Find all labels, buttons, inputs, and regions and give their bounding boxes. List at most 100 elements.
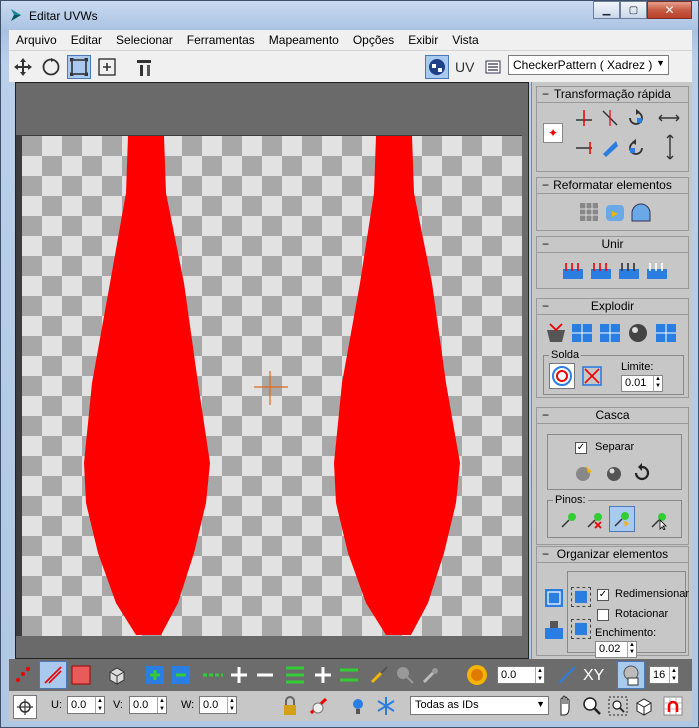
rescale-checkbox[interactable]: ✓	[597, 589, 609, 601]
relax-icon[interactable]	[603, 200, 627, 224]
loop-grow-icon[interactable]	[227, 663, 251, 687]
menu-exibir[interactable]: Exibir	[401, 33, 445, 47]
stitch-to-source-icon[interactable]	[589, 259, 613, 283]
flatten-by-face-icon[interactable]	[569, 321, 595, 345]
flatten-icon[interactable]	[629, 200, 653, 224]
rotate-cw-icon[interactable]	[625, 107, 647, 129]
flatten-by-material-icon[interactable]	[625, 321, 651, 345]
texture-map-icon[interactable]	[425, 55, 449, 79]
paint-select-icon[interactable]	[367, 663, 391, 687]
loop-shrink-icon[interactable]	[253, 663, 277, 687]
zoom-icon[interactable]	[581, 694, 603, 718]
move-icon[interactable]	[11, 55, 35, 79]
title-bar[interactable]: Editar UVWs ▁ ▢ ✕	[1, 1, 698, 30]
edge-mode-icon[interactable]	[39, 661, 67, 689]
stitch-to-target-icon[interactable]	[561, 259, 585, 283]
grow-selection-icon[interactable]	[143, 663, 167, 687]
element-mode-icon[interactable]	[105, 663, 129, 687]
snap-toggle-icon[interactable]	[661, 694, 685, 718]
ring-grow-icon[interactable]	[311, 663, 335, 687]
stitch-average-icon[interactable]	[617, 259, 641, 283]
rotate-icon[interactable]	[39, 55, 63, 79]
pack-normalize-icon[interactable]	[543, 619, 565, 641]
spread-horizontal-icon[interactable]	[657, 109, 681, 127]
pan-icon[interactable]	[555, 694, 577, 718]
hide-unselected-icon[interactable]	[307, 695, 331, 717]
ring-shrink-icon[interactable]	[337, 663, 361, 687]
scale-icon[interactable]	[67, 55, 91, 79]
lock-icon[interactable]	[279, 695, 301, 717]
zoom-region-icon[interactable]	[607, 694, 629, 718]
options-list-icon[interactable]	[481, 55, 505, 79]
v-field[interactable]: 0.0 ▲ ▼	[129, 696, 167, 714]
loop-select-icon[interactable]	[201, 663, 225, 687]
rotate-checkbox[interactable]	[597, 609, 609, 621]
mirror-icon[interactable]	[133, 55, 157, 79]
unpin-selected-icon[interactable]	[583, 508, 607, 532]
rotate-ccw-icon[interactable]	[625, 137, 647, 159]
rollout-title-arrange[interactable]: Organizar elementos	[537, 547, 688, 563]
align-horizontal-icon[interactable]	[573, 107, 595, 129]
absolute-mode-icon[interactable]	[13, 695, 37, 719]
menu-selecionar[interactable]: Selecionar	[109, 33, 180, 47]
material-ids-dropdown[interactable]: Todas as IDs ▼	[410, 696, 549, 715]
pack-custom-icon[interactable]	[543, 587, 565, 609]
menu-arquivo[interactable]: Arquivo	[9, 33, 64, 47]
xy-label[interactable]: XY	[583, 667, 604, 685]
menu-mapeamento[interactable]: Mapeamento	[262, 33, 346, 47]
straighten-selection-icon[interactable]	[577, 200, 601, 224]
grid-size-field[interactable]: 16 ▲ ▼	[649, 666, 679, 684]
auto-pin-icon[interactable]	[609, 506, 635, 532]
texture-dropdown[interactable]: CheckerPattern ( Xadrez ) ▼	[508, 55, 669, 75]
menu-opcoes[interactable]: Opções	[346, 33, 401, 47]
align-top-icon[interactable]	[573, 137, 595, 159]
detach-checkbox[interactable]: ✓	[575, 442, 587, 454]
ring-select-icon[interactable]	[283, 663, 307, 687]
menu-ferramentas[interactable]: Ferramentas	[180, 33, 262, 47]
minimize-button[interactable]: ▁	[593, 1, 620, 19]
vertex-mode-icon[interactable]	[11, 663, 35, 687]
straighten-icon[interactable]	[599, 137, 621, 159]
peel-mode-icon[interactable]	[603, 462, 625, 484]
freeze-icon[interactable]	[375, 695, 397, 717]
reset-peel-icon[interactable]	[631, 462, 653, 484]
rollout-title-peel[interactable]: Casca	[537, 408, 688, 424]
padding-spinner[interactable]: 0.02 ▲ ▼	[595, 641, 637, 658]
menu-vista[interactable]: Vista	[445, 33, 485, 47]
freeform-icon[interactable]	[95, 55, 119, 79]
rollout-title-stitch[interactable]: Unir	[537, 237, 688, 253]
soft-selection-icon[interactable]	[463, 661, 491, 689]
uv-viewport[interactable]	[15, 82, 529, 659]
grid-snap-icon[interactable]	[617, 661, 645, 689]
rollout-title-quick-transform[interactable]: Transformação rápida	[537, 87, 688, 103]
w-field[interactable]: 0.0 ▲ ▼	[199, 696, 237, 714]
center-pivot-icon[interactable]: ✦	[543, 123, 563, 143]
flatten-by-id-icon[interactable]	[653, 321, 679, 345]
shrink-selection-icon[interactable]	[169, 663, 193, 687]
weld-selected-icon[interactable]	[549, 363, 575, 389]
maximize-button[interactable]: ▢	[620, 1, 647, 19]
zoom-extents-icon[interactable]	[633, 694, 655, 718]
threshold-spinner[interactable]: 0.01 ▲ ▼	[621, 375, 663, 392]
weld-target-icon[interactable]	[579, 363, 605, 389]
break-icon[interactable]	[543, 321, 569, 345]
u-field[interactable]: 0.0 ▲ ▼	[67, 696, 105, 714]
menu-editar[interactable]: Editar	[64, 33, 109, 47]
close-button[interactable]: ✕	[647, 1, 692, 19]
pack-padding-icon[interactable]	[571, 619, 591, 639]
paint-grow-icon[interactable]	[393, 663, 417, 687]
select-pins-icon[interactable]	[647, 508, 671, 532]
pack-together-icon[interactable]	[571, 587, 591, 607]
face-mode-icon[interactable]	[69, 663, 93, 687]
spread-vertical-icon[interactable]	[663, 133, 677, 161]
soft-selection-field[interactable]: 0.0 ▲ ▼	[497, 666, 545, 684]
stitch-custom-icon[interactable]	[645, 259, 669, 283]
quick-peel-icon[interactable]	[573, 462, 595, 484]
paint-shrink-icon[interactable]	[419, 663, 443, 687]
rollout-title-reshape[interactable]: Reformatar elementos	[537, 178, 688, 194]
rollout-title-explode[interactable]: Explodir	[537, 299, 688, 315]
align-vertical-icon[interactable]	[599, 107, 621, 129]
falloff-line-icon[interactable]	[555, 663, 579, 687]
filter-selected-icon[interactable]	[347, 695, 369, 717]
flatten-by-smoothing-icon[interactable]	[597, 321, 623, 345]
